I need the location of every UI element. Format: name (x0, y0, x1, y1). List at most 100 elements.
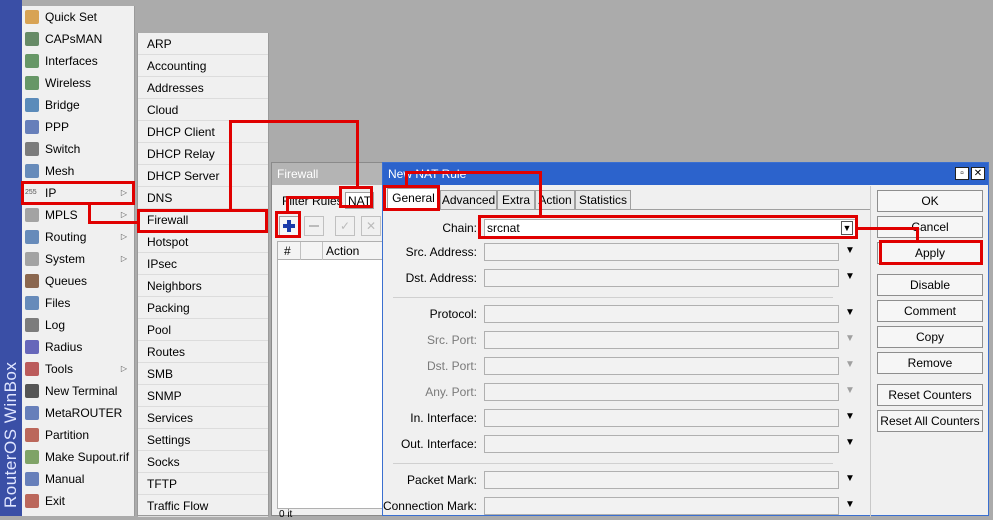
log-icon (25, 318, 39, 332)
packet-mark-field[interactable] (484, 471, 839, 489)
src-port-field[interactable] (484, 331, 839, 349)
firewall-title[interactable]: Firewall (272, 163, 385, 185)
tab-advanced[interactable]: Advanced (440, 190, 497, 210)
disable-rule-button[interactable]: ✕ (361, 216, 381, 236)
submenu-item-settings[interactable]: Settings (138, 429, 268, 451)
submenu-item-tftp[interactable]: TFTP (138, 473, 268, 495)
menu-item-new-terminal[interactable]: New Terminal (22, 380, 135, 402)
dst-address-field[interactable] (484, 269, 839, 287)
connection-mark-dropdown-icon[interactable]: ▼ (845, 499, 855, 510)
dst-port-label: Dst. Port: (426, 359, 477, 373)
menu-item-partition[interactable]: Partition (22, 424, 135, 446)
dialog-title[interactable]: New NAT Rule (383, 163, 988, 185)
mpls-icon (25, 208, 39, 222)
submenu-item-snmp[interactable]: SNMP (138, 385, 268, 407)
ok-button[interactable]: OK (877, 190, 983, 212)
menu-item-bridge[interactable]: Bridge (22, 94, 135, 116)
submenu-item-dns[interactable]: DNS (138, 187, 268, 209)
highlight-chain (478, 215, 858, 239)
menu-item-interfaces[interactable]: Interfaces (22, 50, 135, 72)
disable-button[interactable]: Disable (877, 274, 983, 296)
chain-label: Chain: (442, 221, 477, 235)
tab-extra[interactable]: Extra (497, 190, 535, 210)
menu-item-quick-set[interactable]: Quick Set (22, 6, 135, 28)
menu-item-metarouter[interactable]: MetaROUTER (22, 402, 135, 424)
reset-all-counters-button[interactable]: Reset All Counters (877, 410, 983, 432)
reset-counters-button[interactable]: Reset Counters (877, 384, 983, 406)
in-interface-dropdown-icon[interactable]: ▼ (845, 411, 855, 422)
menu-item-files[interactable]: Files (22, 292, 135, 314)
submenu-item-cloud[interactable]: Cloud (138, 99, 268, 121)
submenu-item-pool[interactable]: Pool (138, 319, 268, 341)
menu-item-ppp[interactable]: PPP (22, 116, 135, 138)
protocol-field[interactable] (484, 305, 839, 323)
maximize-icon[interactable]: ▫ (955, 167, 969, 180)
menu-item-exit[interactable]: Exit (22, 490, 135, 512)
menu-item-capsman[interactable]: CAPsMAN (22, 28, 135, 50)
src-address-dropdown-icon[interactable]: ▼ (845, 245, 855, 256)
submenu-item-smb[interactable]: SMB (138, 363, 268, 385)
submenu-item-label: Hotspot (147, 235, 189, 249)
menu-item-label: Switch (45, 142, 81, 156)
submenu-item-dhcp-server[interactable]: DHCP Server (138, 165, 268, 187)
ppp-icon (25, 120, 39, 134)
submenu-item-dhcp-client[interactable]: DHCP Client (138, 121, 268, 143)
exit-icon (25, 494, 39, 508)
protocol-dropdown-icon[interactable]: ▼ (845, 307, 855, 318)
highlight-ip (21, 181, 135, 205)
tab-statistics[interactable]: Statistics (575, 190, 631, 210)
menu-item-label: PPP (45, 120, 70, 134)
menu-item-wireless[interactable]: Wireless (22, 72, 135, 94)
in-interface-field[interactable] (484, 409, 839, 427)
remove-rule-button[interactable] (304, 216, 324, 236)
comment-button[interactable]: Comment (877, 300, 983, 322)
submenu-item-socks[interactable]: Socks (138, 451, 268, 473)
submenu-item-accounting[interactable]: Accounting (138, 55, 268, 77)
menu-item-radius[interactable]: Radius (22, 336, 135, 358)
menu-item-log[interactable]: Log (22, 314, 135, 336)
menu-item-system[interactable]: System ▷ (22, 248, 135, 270)
submenu-item-hotspot[interactable]: Hotspot (138, 231, 268, 253)
submenu-item-neighbors[interactable]: Neighbors (138, 275, 268, 297)
column-number[interactable]: # (284, 244, 291, 258)
menu-item-queues[interactable]: Queues (22, 270, 135, 292)
menu-item-make-supout-rif[interactable]: Make Supout.rif (22, 446, 135, 468)
menu-item-manual[interactable]: Manual (22, 468, 135, 490)
packet-mark-dropdown-icon[interactable]: ▼ (845, 473, 855, 484)
src-address-field[interactable] (484, 243, 839, 261)
submenu-item-addresses[interactable]: Addresses (138, 77, 268, 99)
ip-submenu: ARP Accounting Addresses Cloud DHCP Client DH… (137, 33, 269, 517)
submenu-item-packing[interactable]: Packing (138, 297, 268, 319)
any-port-field[interactable] (484, 383, 839, 401)
out-interface-field[interactable] (484, 435, 839, 453)
copy-button[interactable]: Copy (877, 326, 983, 348)
submenu-item-ipsec[interactable]: IPsec (138, 253, 268, 275)
column-action[interactable]: Action (326, 244, 359, 258)
submenu-item-dhcp-relay[interactable]: DHCP Relay (138, 143, 268, 165)
submenu-item-arp[interactable]: ARP (138, 33, 268, 55)
partition-icon (25, 428, 39, 442)
dst-port-field[interactable] (484, 357, 839, 375)
any-port-dropdown-icon: ▼ (845, 385, 855, 396)
close-icon[interactable]: ✕ (971, 167, 985, 180)
submenu-item-label: Packing (147, 301, 190, 315)
submenu-item-label: Socks (147, 455, 180, 469)
submenu-item-routes[interactable]: Routes (138, 341, 268, 363)
submenu-item-label: SMB (147, 367, 174, 381)
submenu-item-services[interactable]: Services (138, 407, 268, 429)
connection-mark-field[interactable] (484, 497, 839, 515)
submenu-item-traffic-flow[interactable]: Traffic Flow (138, 495, 268, 517)
dst-address-dropdown-icon[interactable]: ▼ (845, 271, 855, 282)
wireless-icon (25, 76, 39, 90)
check-icon: ✓ (339, 219, 351, 233)
nat-rules-table[interactable]: # Action (277, 241, 385, 509)
out-interface-dropdown-icon[interactable]: ▼ (845, 437, 855, 448)
menu-item-tools[interactable]: Tools ▷ (22, 358, 135, 380)
menu-item-mesh[interactable]: Mesh (22, 160, 135, 182)
remove-button[interactable]: Remove (877, 352, 983, 374)
enable-rule-button[interactable]: ✓ (335, 216, 355, 236)
submenu-item-label: Pool (147, 323, 172, 337)
menu-item-switch[interactable]: Switch (22, 138, 135, 160)
submenu-item-label: Neighbors (147, 279, 202, 293)
menu-item-routing[interactable]: Routing ▷ (22, 226, 135, 248)
